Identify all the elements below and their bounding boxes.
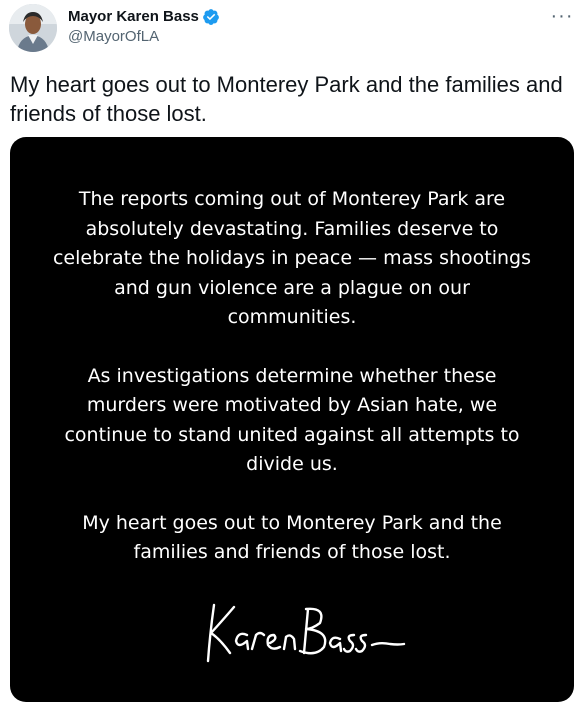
author-name[interactable]: Mayor Karen Bass	[68, 8, 199, 26]
tweet-image[interactable]: The reports coming out of Monterey Park …	[10, 137, 574, 702]
statement-text: The reports coming out of Monterey Park …	[10, 185, 574, 568]
statement-paragraph: The reports coming out of Monterey Park …	[52, 188, 531, 328]
more-options-button[interactable]: ···	[548, 4, 576, 28]
author-handle[interactable]: @MayorOfLA	[68, 28, 159, 46]
tweet-text: My heart goes out to Monterey Park and t…	[10, 72, 563, 126]
avatar[interactable]	[9, 4, 57, 52]
tweet: Mayor Karen Bass @MayorOfLA ··· My heart…	[0, 0, 584, 717]
author-name-row[interactable]: Mayor Karen Bass	[68, 8, 220, 26]
avatar-portrait-icon	[9, 4, 57, 52]
verified-badge-icon	[203, 9, 219, 25]
signature-image	[206, 603, 406, 663]
statement-paragraph: As investigations determine whether thes…	[64, 364, 520, 476]
more-horizontal-icon: ···	[550, 5, 574, 27]
statement-paragraph: My heart goes out to Monterey Park and t…	[82, 511, 502, 564]
